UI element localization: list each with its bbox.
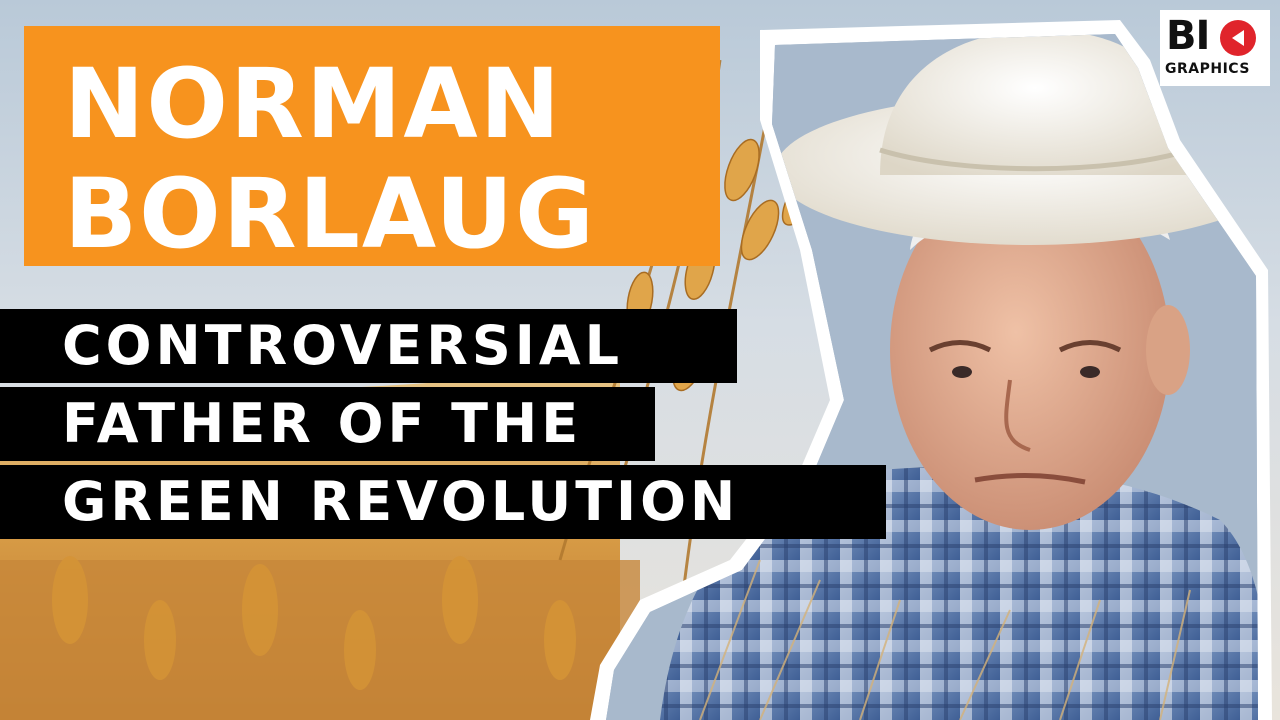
- title-box: NORMAN BORLAUG: [24, 26, 720, 266]
- subtitle-line-3: GREEN REVOLUTION: [0, 465, 886, 539]
- title-line-1: NORMAN: [64, 48, 563, 160]
- play-icon: [1220, 20, 1256, 56]
- channel-logo: BI GRAPHICS: [1160, 10, 1270, 86]
- subtitle-line-1: CONTROVERSIAL: [0, 309, 737, 383]
- logo-bottom-text: GRAPHICS: [1165, 61, 1250, 77]
- logo-top-text: BI: [1166, 13, 1210, 59]
- subtitle-line-2: FATHER OF THE: [0, 387, 655, 461]
- title-line-2: BORLAUG: [64, 158, 596, 270]
